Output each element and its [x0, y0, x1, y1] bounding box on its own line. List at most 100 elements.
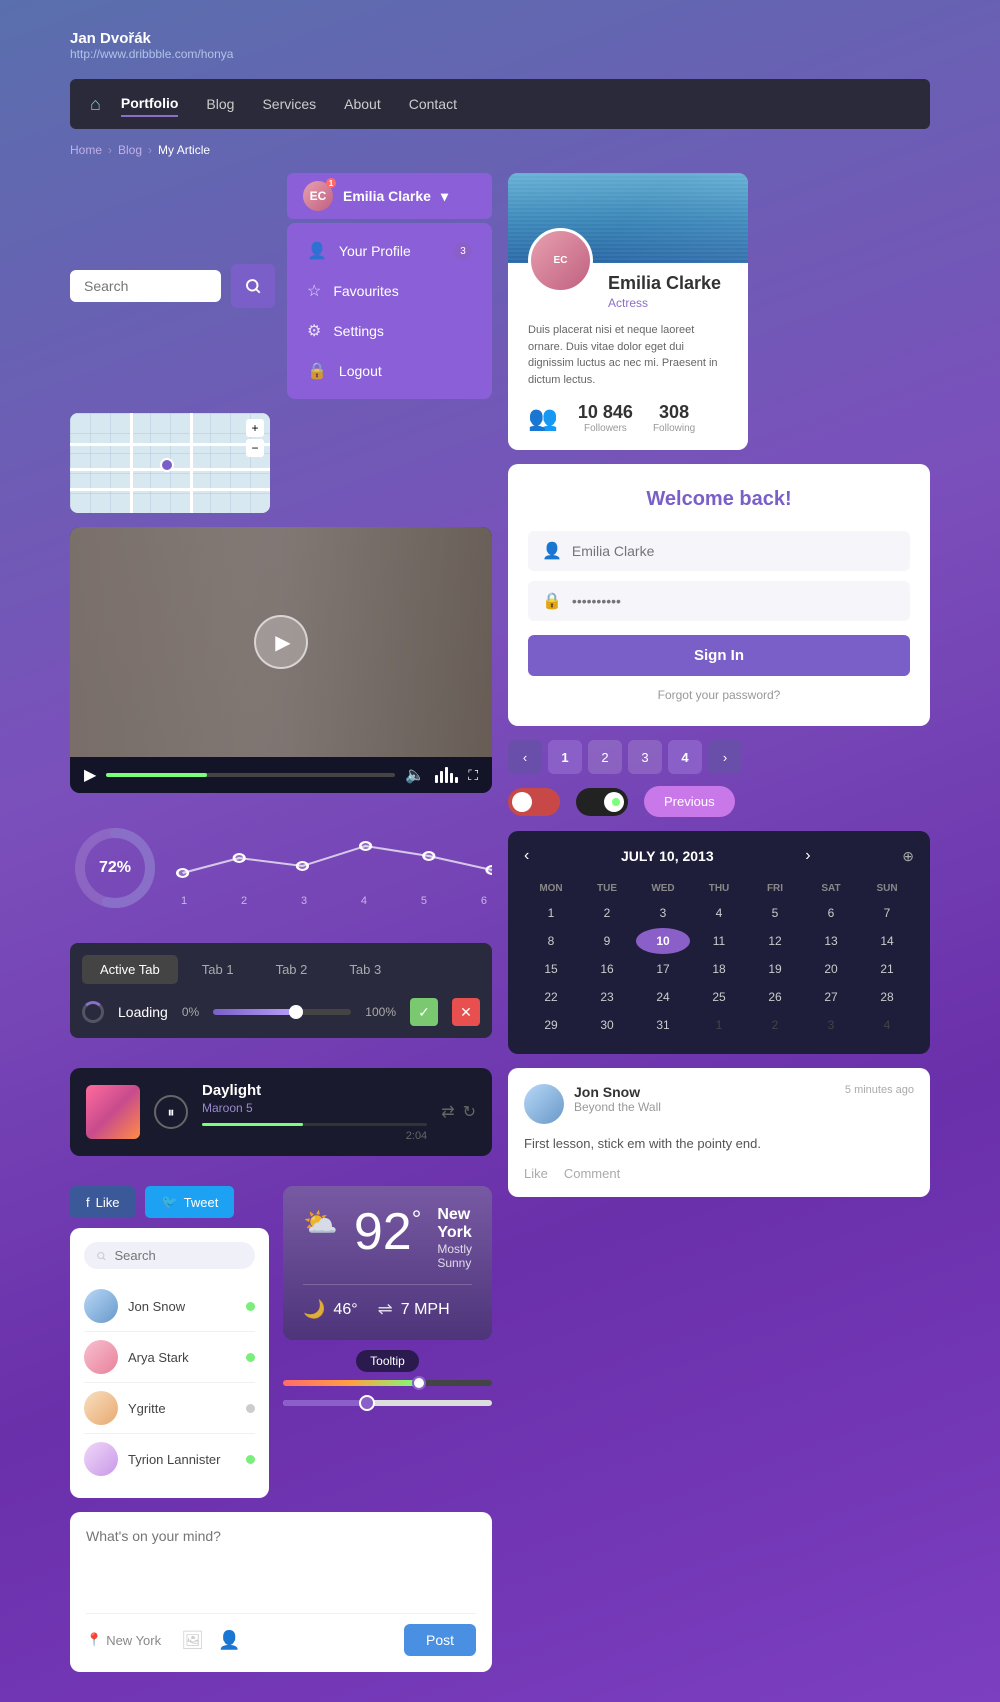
profile-name-area: Emilia Clarke Actress: [608, 273, 728, 310]
cal-day[interactable]: 13: [804, 928, 858, 954]
tab-3[interactable]: Tab 3: [331, 955, 399, 984]
search-button[interactable]: [231, 264, 275, 308]
cal-day[interactable]: 31: [636, 1012, 690, 1038]
calendar-next-button[interactable]: ›: [805, 847, 810, 865]
author-block: Jan Dvořák http://www.dribbble.com/honya: [70, 30, 930, 61]
post-button[interactable]: Post: [404, 1624, 476, 1656]
activity-avatar: [524, 1084, 564, 1124]
cal-day[interactable]: 3: [636, 900, 690, 926]
activity-like-button[interactable]: Like: [524, 1166, 548, 1181]
nav-item-services[interactable]: Services: [262, 92, 316, 116]
breadcrumb-home[interactable]: Home: [70, 143, 102, 157]
cal-day-other[interactable]: 1: [692, 1012, 746, 1038]
cal-day[interactable]: 4: [692, 900, 746, 926]
cal-day[interactable]: 28: [860, 984, 914, 1010]
user-dropdown-trigger[interactable]: EC 1 Emilia Clarke ▾: [287, 173, 492, 219]
cal-day[interactable]: 21: [860, 956, 914, 982]
username-field[interactable]: [572, 543, 896, 559]
video-progress-bar[interactable]: [106, 773, 395, 777]
progress-slider[interactable]: [213, 1009, 351, 1015]
search-input[interactable]: [84, 278, 207, 294]
facebook-like-button[interactable]: f Like: [70, 1186, 135, 1218]
cal-day[interactable]: 7: [860, 900, 914, 926]
calendar-title: JULY 10, 2013: [621, 848, 714, 864]
cal-day[interactable]: 30: [580, 1012, 634, 1038]
cal-day[interactable]: 18: [692, 956, 746, 982]
post-textarea[interactable]: [86, 1528, 476, 1598]
cal-day[interactable]: 15: [524, 956, 578, 982]
cal-day[interactable]: 26: [748, 984, 802, 1010]
nav-item-portfolio[interactable]: Portfolio: [121, 91, 179, 117]
cal-day[interactable]: 14: [860, 928, 914, 954]
cal-day-today[interactable]: 10: [636, 928, 690, 954]
cal-day[interactable]: 5: [748, 900, 802, 926]
pause-button[interactable]: ⏸: [154, 1095, 188, 1129]
signin-button[interactable]: Sign In: [528, 635, 910, 676]
user-search-input[interactable]: [114, 1248, 243, 1263]
page-next-button[interactable]: ›: [708, 740, 742, 774]
map-widget[interactable]: + −: [70, 413, 270, 513]
cal-day[interactable]: 24: [636, 984, 690, 1010]
password-field[interactable]: [572, 593, 896, 609]
forgot-password-link[interactable]: Forgot your password?: [528, 688, 910, 702]
cal-day[interactable]: 25: [692, 984, 746, 1010]
cal-day[interactable]: 22: [524, 984, 578, 1010]
cal-day[interactable]: 6: [804, 900, 858, 926]
menu-item-settings[interactable]: ⚙ Settings: [287, 311, 492, 351]
calendar-edit-button[interactable]: ⊕: [902, 848, 914, 865]
volume-icon[interactable]: 🔈: [405, 765, 425, 785]
home-icon[interactable]: ⌂: [90, 94, 101, 115]
main-content: EC 1 Emilia Clarke ▾ 👤 Your Profile 3 ☆: [70, 173, 930, 1672]
music-progress-bar[interactable]: [202, 1123, 427, 1126]
page-3-button[interactable]: 3: [628, 740, 662, 774]
search-input-wrap[interactable]: [70, 270, 221, 302]
activity-comment-button[interactable]: Comment: [564, 1166, 620, 1181]
video-play-ctrl[interactable]: ▶: [84, 765, 96, 785]
previous-button[interactable]: Previous: [644, 786, 735, 817]
cal-day-other[interactable]: 3: [804, 1012, 858, 1038]
tab-2[interactable]: Tab 2: [258, 955, 326, 984]
cal-day[interactable]: 20: [804, 956, 858, 982]
nav-item-blog[interactable]: Blog: [206, 92, 234, 116]
slider-secondary[interactable]: [283, 1400, 492, 1406]
fullscreen-button[interactable]: ⛶: [468, 767, 478, 784]
toggle-on[interactable]: [576, 788, 628, 816]
cal-day[interactable]: 17: [636, 956, 690, 982]
cal-day[interactable]: 12: [748, 928, 802, 954]
cal-day[interactable]: 9: [580, 928, 634, 954]
cal-day[interactable]: 1: [524, 900, 578, 926]
cal-day[interactable]: 16: [580, 956, 634, 982]
cal-day[interactable]: 19: [748, 956, 802, 982]
cal-day[interactable]: 8: [524, 928, 578, 954]
cal-day-other[interactable]: 4: [860, 1012, 914, 1038]
map-zoom-out[interactable]: −: [246, 439, 264, 457]
confirm-button[interactable]: ✓: [410, 998, 438, 1026]
map-zoom-in[interactable]: +: [246, 419, 264, 437]
calendar-prev-button[interactable]: ‹: [524, 847, 529, 865]
play-button[interactable]: ▶: [254, 615, 308, 669]
repeat-button[interactable]: ↻: [463, 1102, 476, 1122]
cal-day-other[interactable]: 2: [748, 1012, 802, 1038]
menu-item-profile[interactable]: 👤 Your Profile 3: [287, 231, 492, 271]
breadcrumb-blog[interactable]: Blog: [118, 143, 142, 157]
nav-item-contact[interactable]: Contact: [409, 92, 457, 116]
page-4-button[interactable]: 4: [668, 740, 702, 774]
shuffle-button[interactable]: ⇄: [441, 1102, 454, 1122]
cal-day[interactable]: 2: [580, 900, 634, 926]
page-2-button[interactable]: 2: [588, 740, 622, 774]
cal-day[interactable]: 27: [804, 984, 858, 1010]
slider-main[interactable]: [283, 1380, 492, 1386]
page-prev-button[interactable]: ‹: [508, 740, 542, 774]
cal-day[interactable]: 29: [524, 1012, 578, 1038]
menu-item-favourites[interactable]: ☆ Favourites: [287, 271, 492, 311]
toggle-off[interactable]: [508, 788, 560, 816]
menu-item-logout[interactable]: 🔒 Logout: [287, 351, 492, 391]
tab-active[interactable]: Active Tab: [82, 955, 178, 984]
cancel-button[interactable]: ✕: [452, 998, 480, 1026]
page-1-button[interactable]: 1: [548, 740, 582, 774]
nav-item-about[interactable]: About: [344, 92, 381, 116]
twitter-tweet-button[interactable]: 🐦 Tweet: [145, 1186, 234, 1218]
cal-day[interactable]: 23: [580, 984, 634, 1010]
tab-1[interactable]: Tab 1: [184, 955, 252, 984]
cal-day[interactable]: 11: [692, 928, 746, 954]
